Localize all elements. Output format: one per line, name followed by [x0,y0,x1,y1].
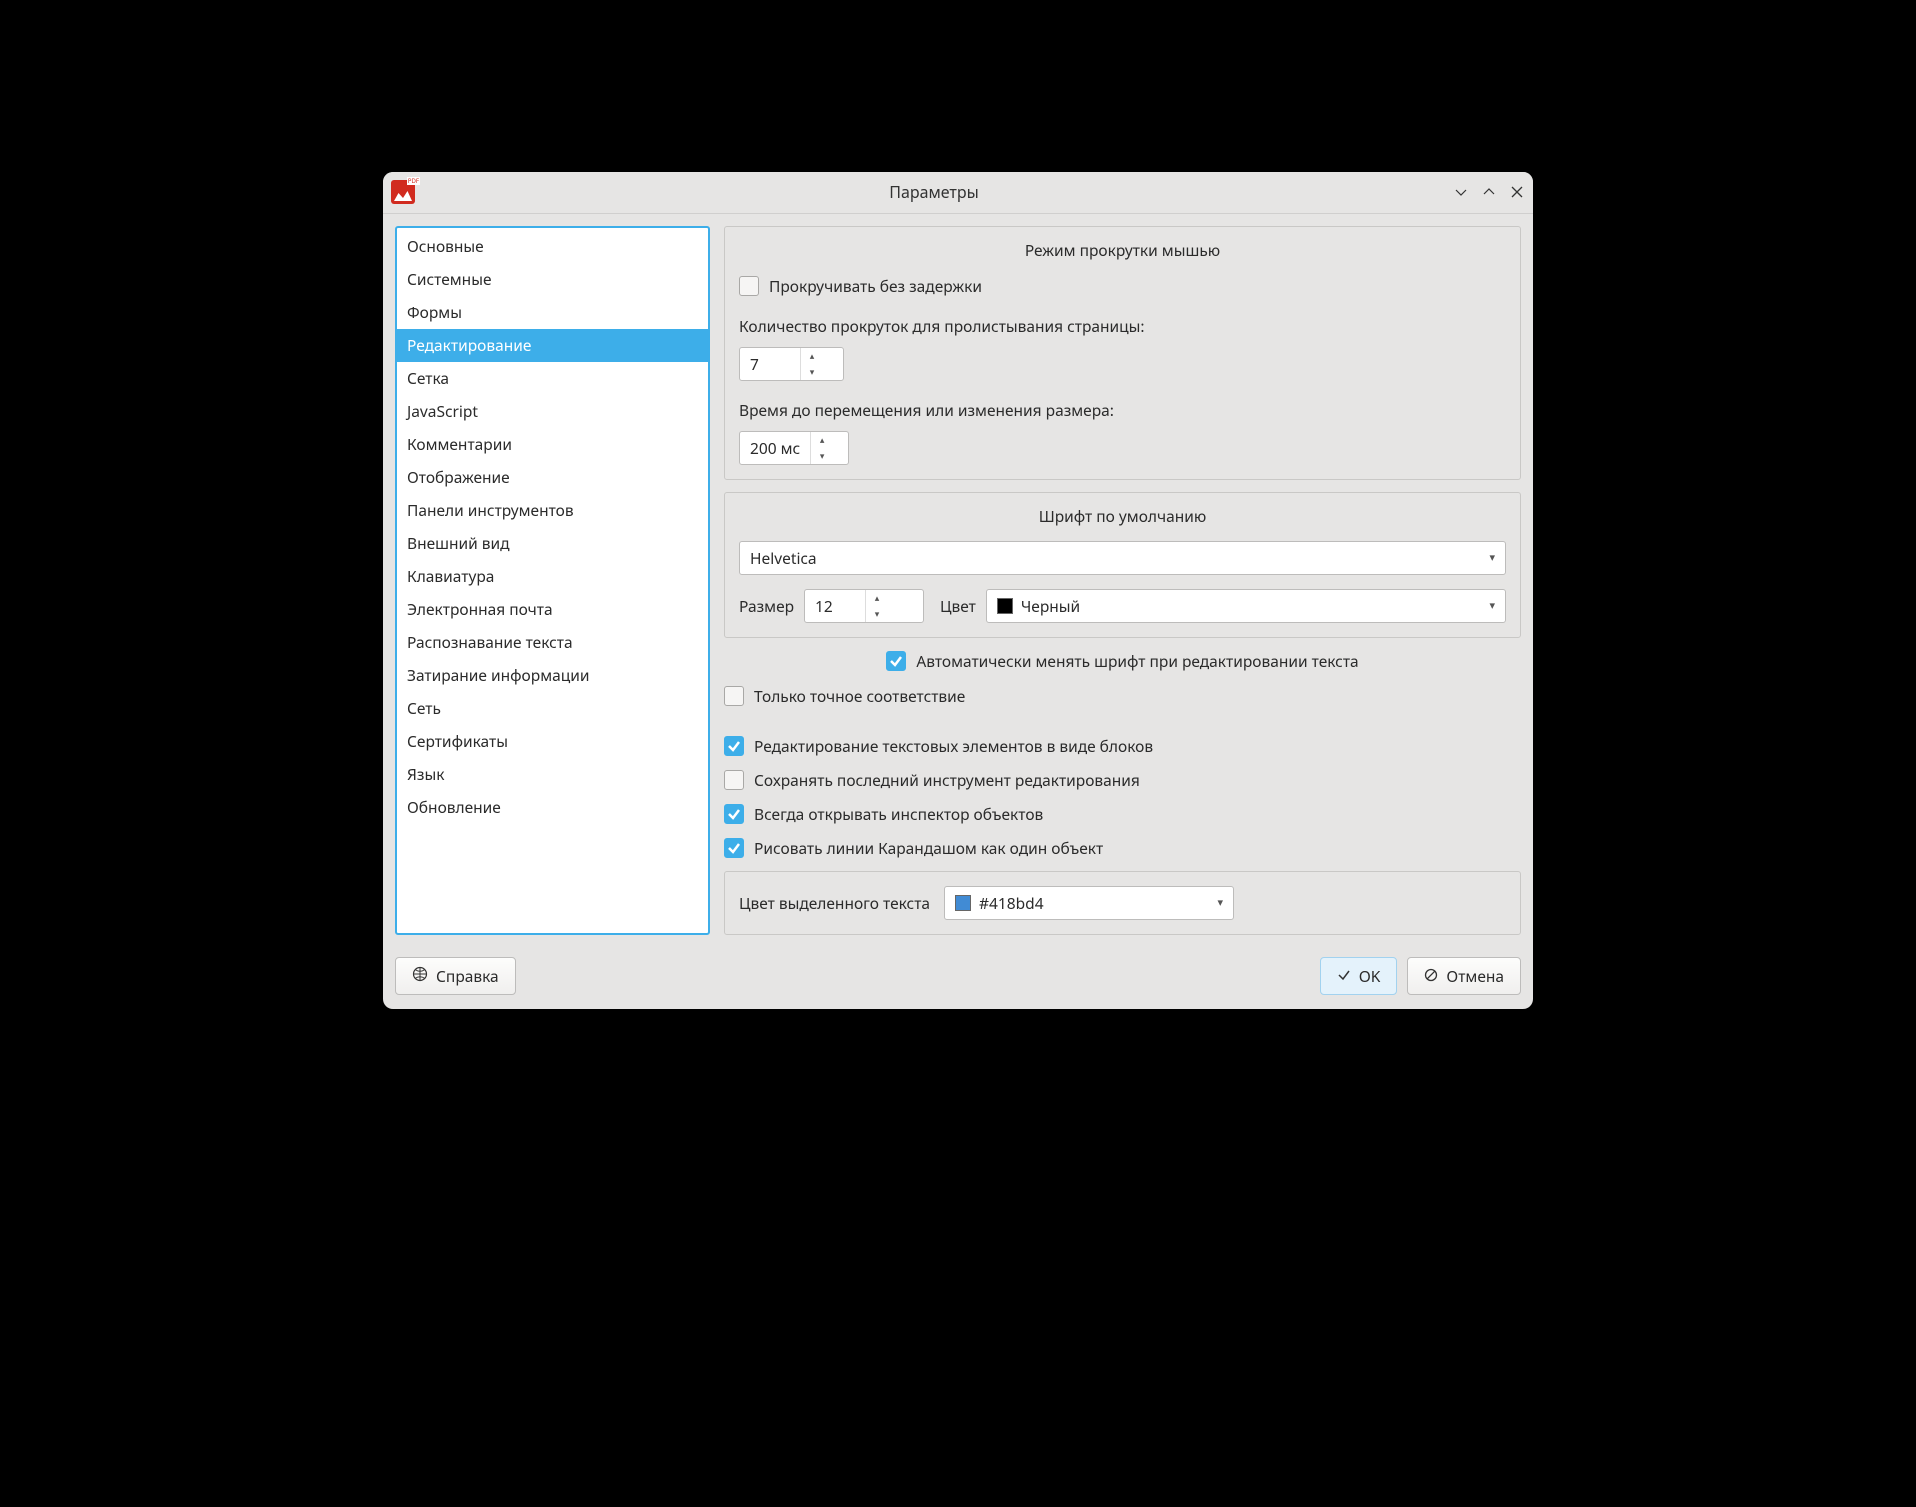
sidebar-item[interactable]: Отображение [397,461,708,494]
move-time-stepper[interactable]: 200 мс ▴▾ [739,431,849,465]
window-title: Параметры [415,181,1453,203]
help-button-label: Справка [436,965,499,987]
highlight-color-label: Цвет выделенного текста [739,892,930,914]
sidebar-item[interactable]: Язык [397,758,708,791]
move-time-value: 200 мс [740,437,810,459]
chevron-down-icon[interactable]: ▾ [801,364,823,380]
sidebar-item[interactable]: JavaScript [397,395,708,428]
help-icon [412,965,428,987]
font-color-value: Черный [1021,595,1080,617]
pencil-label: Рисовать линии Карандашом как один объек… [754,837,1103,859]
dialog-footer: Справка OK Отмена [383,947,1533,1009]
sidebar-item[interactable]: Сеть [397,692,708,725]
sidebar-item[interactable]: Внешний вид [397,527,708,560]
sidebar-item[interactable]: Формы [397,296,708,329]
blocks-label: Редактирование текстовых элементов в вид… [754,735,1153,757]
chevron-down-icon: ▾ [1218,895,1224,910]
font-group-title: Шрифт по умолчанию [739,493,1506,541]
inspector-checkbox[interactable]: Всегда открывать инспектор объектов [724,803,1521,825]
sidebar-item[interactable]: Обновление [397,791,708,824]
sidebar-item[interactable]: Системные [397,263,708,296]
sidebar-item[interactable]: Основные [397,230,708,263]
font-size-label: Размер [739,595,794,617]
cancel-icon [1424,965,1438,987]
scroll-count-label: Количество прокруток для пролистывания с… [739,315,1506,337]
font-family-value: Helvetica [750,547,817,569]
ok-button-label: OK [1359,965,1381,987]
check-icon [1337,965,1351,987]
sidebar-item[interactable]: Распознавание текста [397,626,708,659]
chevron-down-icon[interactable]: ▾ [811,448,833,464]
exact-match-label: Только точное соответствие [754,685,965,707]
cancel-button-label: Отмена [1446,965,1504,987]
chevron-down-icon: ▾ [1489,550,1495,565]
color-swatch-icon [997,598,1013,614]
help-button[interactable]: Справка [395,957,516,995]
window-controls [1453,184,1525,200]
scroll-group-title: Режим прокрутки мышью [739,227,1506,275]
scroll-group: Режим прокрутки мышью Прокручивать без з… [724,226,1521,480]
sidebar-item[interactable]: Редактирование [397,329,708,362]
sidebar-item[interactable]: Затирание информации [397,659,708,692]
move-time-label: Время до перемещения или изменения разме… [739,399,1506,421]
no-delay-checkbox[interactable]: Прокручивать без задержки [739,275,1506,297]
ok-button[interactable]: OK [1320,957,1398,995]
pencil-checkbox[interactable]: Рисовать линии Карандашом как один объек… [724,837,1521,859]
save-tool-label: Сохранять последний инструмент редактиро… [754,769,1140,791]
scroll-count-stepper[interactable]: 7 ▴▾ [739,347,844,381]
minimize-icon[interactable] [1453,184,1469,200]
font-group: Шрифт по умолчанию Helvetica ▾ Размер 12… [724,492,1521,638]
titlebar: PDF Параметры [383,172,1533,214]
scroll-count-value: 7 [740,353,800,375]
highlight-color-select[interactable]: #418bd4 ▾ [944,886,1234,920]
auto-font-label: Автоматически менять шрифт при редактиро… [916,650,1358,672]
sidebar-item[interactable]: Комментарии [397,428,708,461]
font-color-label: Цвет [940,595,976,617]
editing-options: Только точное соответствие Редактировани… [724,685,1521,859]
chevron-up-icon[interactable]: ▴ [866,590,888,606]
settings-window: PDF Параметры ОсновныеСистемныеФормыРеда… [383,172,1533,1009]
font-size-stepper[interactable]: 12 ▴▾ [804,589,924,623]
font-color-select[interactable]: Черный ▾ [986,589,1506,623]
exact-match-checkbox[interactable]: Только точное соответствие [724,685,1521,707]
chevron-up-icon[interactable]: ▴ [801,348,823,364]
sidebar-item[interactable]: Клавиатура [397,560,708,593]
color-swatch-icon [955,895,971,911]
highlight-color-row: Цвет выделенного текста #418bd4 ▾ [724,871,1521,935]
chevron-down-icon: ▾ [1489,598,1495,613]
settings-panel: Режим прокрутки мышью Прокручивать без з… [724,226,1521,935]
sidebar-item[interactable]: Сетка [397,362,708,395]
chevron-up-icon[interactable]: ▴ [811,432,833,448]
cancel-button[interactable]: Отмена [1407,957,1521,995]
highlight-color-value: #418bd4 [979,892,1044,914]
sidebar-item[interactable]: Панели инструментов [397,494,708,527]
font-family-select[interactable]: Helvetica ▾ [739,541,1506,575]
auto-font-checkbox[interactable]: Автоматически менять шрифт при редактиро… [886,650,1358,672]
chevron-down-icon[interactable]: ▾ [866,606,888,622]
sidebar-item[interactable]: Электронная почта [397,593,708,626]
no-delay-label: Прокручивать без задержки [769,275,982,297]
save-tool-checkbox[interactable]: Сохранять последний инструмент редактиро… [724,769,1521,791]
maximize-icon[interactable] [1481,184,1497,200]
category-sidebar[interactable]: ОсновныеСистемныеФормыРедактированиеСетк… [395,226,710,935]
inspector-label: Всегда открывать инспектор объектов [754,803,1043,825]
app-icon: PDF [391,180,415,204]
blocks-checkbox[interactable]: Редактирование текстовых элементов в вид… [724,735,1521,757]
close-icon[interactable] [1509,184,1525,200]
sidebar-item[interactable]: Сертификаты [397,725,708,758]
font-size-value: 12 [805,595,865,617]
